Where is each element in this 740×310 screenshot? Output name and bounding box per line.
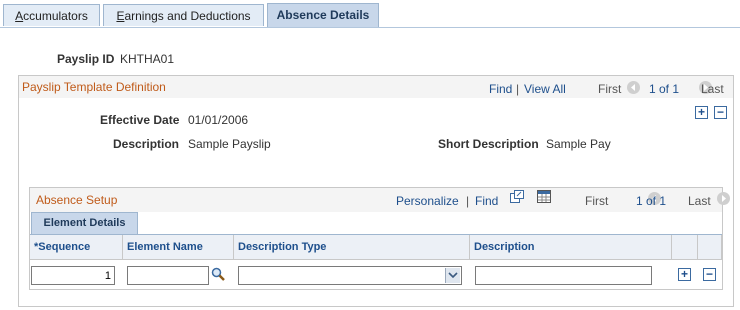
short-description-label: Short Description: [438, 137, 539, 151]
column-header-description: Description: [470, 235, 672, 259]
last-label: Last: [701, 82, 724, 96]
column-header-element-name: Element Name: [123, 235, 234, 259]
arrow-right-icon[interactable]: [717, 192, 731, 205]
column-header-sequence: *Sequence: [30, 235, 123, 259]
find-link[interactable]: Find: [489, 82, 512, 96]
description-type-select[interactable]: [238, 266, 462, 285]
first-label: First: [585, 194, 609, 208]
separator: |: [516, 82, 520, 96]
zoom-icon[interactable]: [509, 190, 524, 204]
table-row: + −: [30, 260, 722, 289]
last-label: Last: [688, 194, 711, 208]
short-description-value: Sample Pay: [546, 137, 611, 151]
separator: |: [466, 194, 470, 208]
find-link[interactable]: Find: [475, 194, 498, 208]
element-name-input[interactable]: [127, 266, 209, 285]
effective-date-label: Effective Date: [100, 113, 180, 127]
effective-date-value: 01/01/2006: [188, 113, 249, 127]
first-label: First: [598, 82, 622, 96]
tab-underline: [0, 27, 740, 28]
tab-earnings-and-deductions[interactable]: Earnings and Deductions: [103, 4, 264, 26]
description-input[interactable]: [475, 266, 652, 285]
payslip-id-value: KHTHA01: [120, 52, 175, 66]
chevron-down-icon[interactable]: [445, 268, 460, 283]
magnifier-icon[interactable]: [211, 267, 226, 283]
count-label: 1 of 1: [636, 194, 667, 208]
absence-setup-title: Absence Setup: [36, 193, 118, 207]
tab-bar: Accumulators Earnings and Deductions Abs…: [0, 0, 740, 28]
column-header-description-type: Description Type: [234, 235, 470, 259]
plus-icon[interactable]: +: [678, 268, 691, 281]
tab-element-details[interactable]: Element Details: [31, 212, 138, 234]
personalize-link[interactable]: Personalize: [396, 194, 459, 208]
count-label: 1 of 1: [649, 82, 680, 96]
minus-icon[interactable]: −: [714, 106, 727, 119]
sequence-input[interactable]: [31, 266, 115, 285]
grid-download-icon[interactable]: [537, 190, 552, 204]
arrow-left-icon[interactable]: [627, 81, 640, 94]
tab-accumulators[interactable]: Accumulators: [3, 4, 100, 26]
view-all-link[interactable]: View All: [524, 82, 566, 96]
payslip-id-label: Payslip ID: [57, 52, 115, 66]
description-value: Sample Payslip: [188, 137, 271, 151]
description-label: Description: [113, 137, 180, 151]
absence-setup-header: [30, 188, 722, 212]
column-header-add: [672, 235, 698, 259]
column-header-delete: [698, 235, 722, 259]
plus-icon[interactable]: +: [695, 106, 708, 119]
minus-icon[interactable]: −: [703, 268, 716, 281]
tab-absence-details[interactable]: Absence Details: [267, 3, 379, 27]
payslip-template-title: Payslip Template Definition: [22, 80, 166, 94]
